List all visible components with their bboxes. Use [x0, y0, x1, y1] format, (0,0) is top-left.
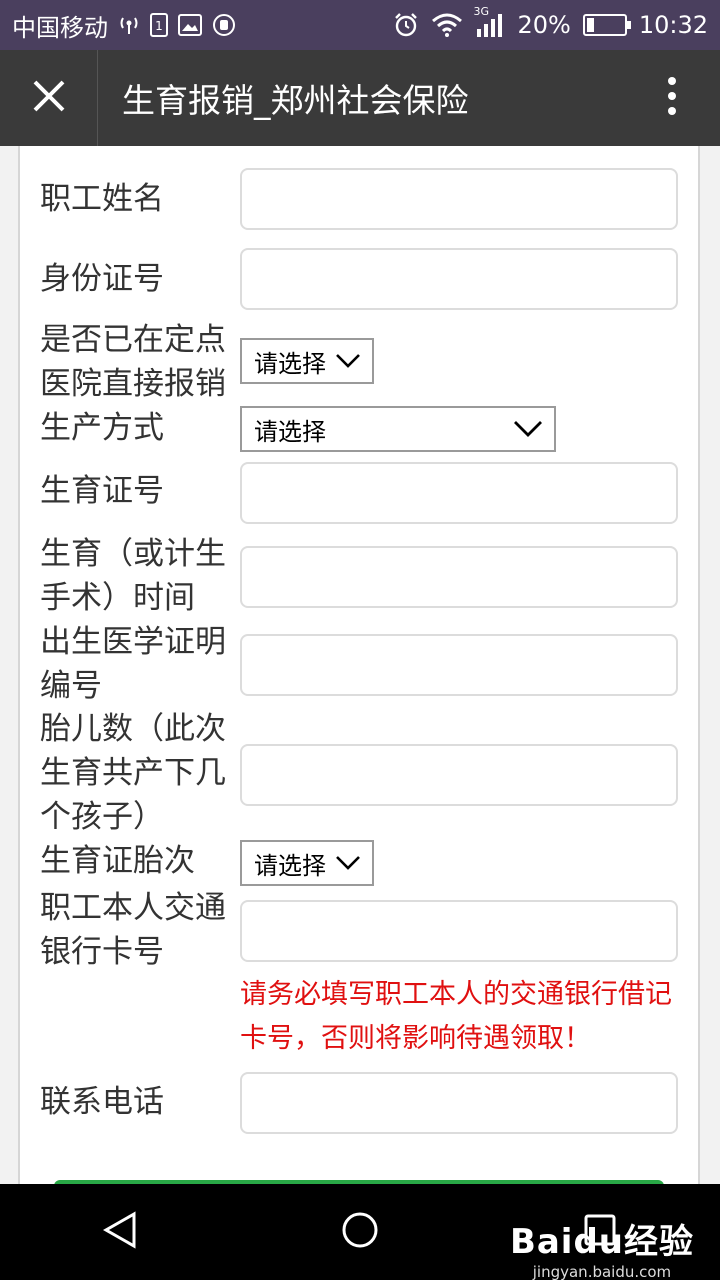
bank-card-warning: 请务必填写职工本人的交通银行借记卡号，否则将影响待遇领取！ — [240, 979, 672, 1054]
image-icon — [178, 14, 202, 36]
medical-birth-cert-label: 出生医学证明编号 — [40, 624, 226, 704]
id-number-label: 身份证号 — [40, 261, 164, 297]
birth-order-label: 生育证胎次 — [40, 843, 195, 879]
page-content[interactable]: 职工姓名 身份证号 是否已在定点医院直接报销 请选择 生产方式 请选择 生育证号… — [0, 146, 720, 1184]
id-number-input[interactable] — [240, 248, 678, 310]
svg-text:1: 1 — [155, 19, 163, 33]
signal-icon: 3G — [473, 5, 505, 37]
delivery-method-select[interactable]: 请选择 — [240, 406, 556, 452]
chevron-down-icon — [514, 421, 542, 437]
chevron-down-icon — [336, 856, 360, 870]
direct-reimburse-select[interactable]: 请选择 — [240, 338, 374, 384]
hotspot-icon — [118, 15, 140, 35]
birth-order-selected: 请选择 — [254, 851, 326, 880]
battery-icon — [582, 14, 631, 36]
close-icon — [32, 79, 66, 117]
sim-icon: 1 — [150, 13, 168, 37]
bank-card-label: 职工本人交通银行卡号 — [40, 890, 226, 970]
fetus-count-label: 胎儿数（此次生育共产下几个孩子） — [40, 711, 226, 835]
carrier-name: 中国移动 — [12, 13, 108, 42]
medical-birth-cert-input[interactable] — [240, 634, 678, 696]
birth-time-label: 生育（或计生手术）时间 — [40, 536, 226, 616]
back-nav-button[interactable] — [60, 1184, 180, 1280]
employee-name-input[interactable] — [240, 168, 678, 230]
back-triangle-icon — [102, 1211, 138, 1253]
baidu-jingyan-watermark: Baidu经验 jingyan.baidu.com — [510, 1214, 694, 1280]
clock: 10:32 — [638, 11, 708, 39]
phone-input[interactable] — [240, 1072, 678, 1134]
page-title: 生育报销_郑州社会保险 — [122, 81, 469, 120]
fetus-count-input[interactable] — [240, 744, 678, 806]
alarm-icon — [393, 12, 419, 38]
home-circle-icon — [341, 1211, 379, 1253]
direct-reimburse-label: 是否已在定点医院直接报销 — [40, 322, 226, 402]
birth-time-input[interactable] — [240, 546, 678, 608]
employee-name-label: 职工姓名 — [40, 181, 164, 217]
chevron-down-icon — [336, 354, 360, 368]
delivery-method-selected: 请选择 — [254, 417, 326, 446]
phone-label: 联系电话 — [40, 1084, 164, 1120]
birth-cert-number-label: 生育证号 — [40, 473, 164, 509]
network-type: 3G — [473, 5, 490, 18]
bank-card-input[interactable] — [240, 900, 678, 962]
watermark-brand: Baidu经验 — [509, 1222, 694, 1262]
more-vertical-icon — [667, 76, 677, 120]
app-title-bar: 生育报销_郑州社会保险 — [0, 50, 720, 146]
more-options-button[interactable] — [624, 50, 720, 146]
birth-cert-number-input[interactable] — [240, 462, 678, 524]
delivery-method-label: 生产方式 — [40, 410, 164, 446]
birth-order-select[interactable]: 请选择 — [240, 840, 374, 886]
battery-percent: 20% — [517, 11, 571, 39]
direct-reimburse-selected: 请选择 — [254, 349, 326, 378]
status-bar: 中国移动 1 3G 20% 10:32 — [0, 0, 720, 50]
watermark-url: jingyan.baidu.com — [532, 1263, 672, 1280]
wifi-icon — [431, 13, 463, 37]
close-button[interactable] — [0, 50, 98, 146]
home-nav-button[interactable] — [300, 1184, 420, 1280]
privacy-icon — [212, 13, 236, 37]
